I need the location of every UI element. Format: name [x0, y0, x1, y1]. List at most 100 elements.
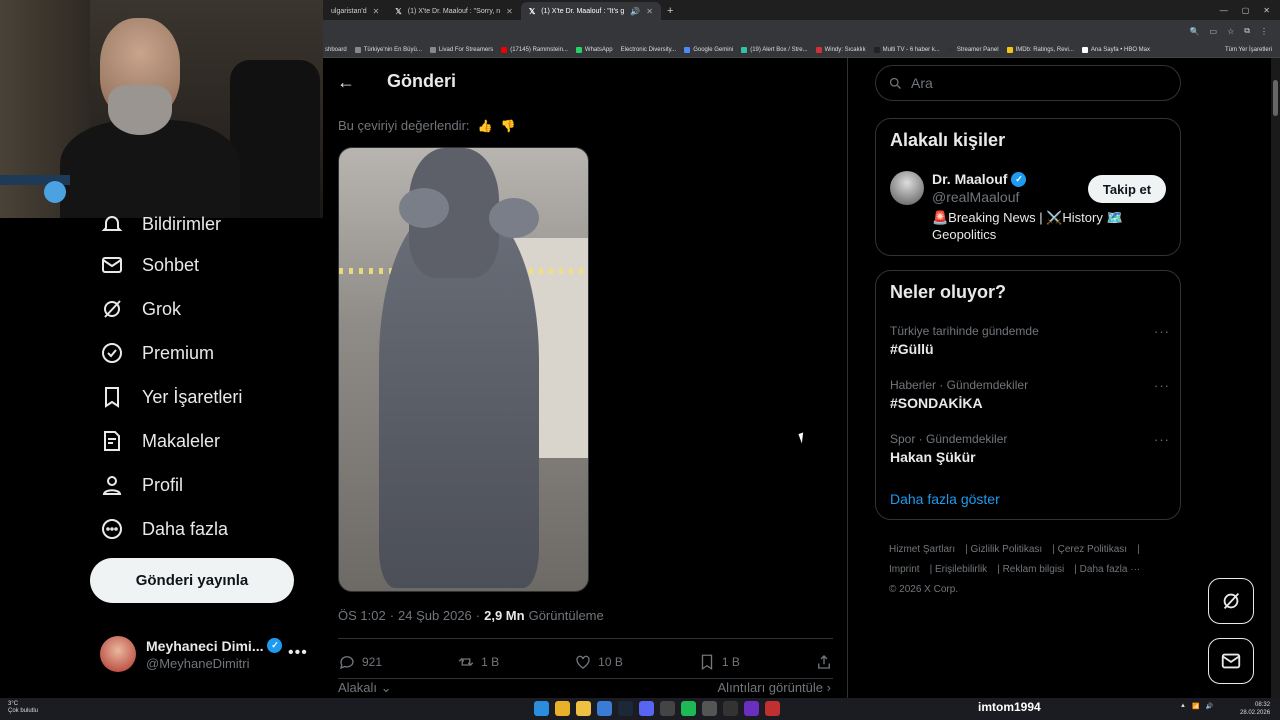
messages-fab-button[interactable]: [1208, 638, 1254, 684]
avatar[interactable]: [890, 171, 924, 205]
new-tab-button[interactable]: +: [661, 2, 679, 20]
more-options-icon[interactable]: ···: [1154, 378, 1170, 393]
grok-fab-button[interactable]: [1208, 578, 1254, 624]
bookmark-item[interactable]: (17145) Rammstein...: [501, 46, 568, 53]
thumbs-up-icon[interactable]: 👍: [478, 119, 493, 133]
nav-item-articles[interactable]: Makaleler: [100, 429, 220, 453]
nav-item-more[interactable]: Daha fazla: [100, 517, 228, 541]
bookmark-item[interactable]: Türkiye'nin En Büyü...: [354, 46, 422, 53]
account-switcher[interactable]: Meyhaneci Dimi... ✓ @MeyhaneDimitri •••: [100, 636, 307, 672]
more-options-icon[interactable]: •••: [288, 644, 308, 662]
repost-button[interactable]: 1 B: [457, 653, 499, 671]
all-bookmarks[interactable]: Tüm Yer İşaretleri: [1225, 47, 1280, 53]
spotify-icon[interactable]: [681, 701, 696, 716]
thumbs-down-icon[interactable]: 👎: [500, 119, 515, 133]
chrome-icon[interactable]: [555, 701, 570, 716]
footer-link[interactable]: Çerez Politikası: [1058, 544, 1127, 555]
footer-link[interactable]: Daha fazla ···: [1080, 564, 1141, 575]
minimize-icon[interactable]: —: [1220, 6, 1228, 15]
footer-link[interactable]: Erişilebilirlik: [935, 564, 987, 575]
nav-item-notifications[interactable]: Bildirimler: [100, 212, 221, 236]
weather-temp: 3°C: [8, 701, 19, 707]
nav-item-profile[interactable]: Profil: [100, 473, 183, 497]
bookmark-item[interactable]: WhatsApp: [575, 46, 613, 53]
trend-item[interactable]: Türkiye tarihinde gündemde #Güllü ···: [890, 324, 1170, 357]
follow-button[interactable]: Takip et: [1088, 175, 1166, 203]
search-input[interactable]: Ara: [875, 65, 1181, 101]
bookmark-item[interactable]: Livad For Streamers: [429, 46, 493, 53]
post-button[interactable]: Gönderi yayınla: [90, 558, 294, 603]
discord-icon[interactable]: [639, 701, 654, 716]
bookmark-item[interactable]: Google Gemini: [684, 46, 733, 53]
scrollbar[interactable]: [1271, 58, 1280, 698]
nav-item-premium[interactable]: Premium: [100, 341, 214, 365]
related-dropdown[interactable]: Alakalı ⌄: [338, 680, 392, 696]
bookmark-item[interactable]: (19) Alert Box / Stre...: [741, 46, 808, 53]
windows-start-icon[interactable]: [534, 701, 549, 716]
post-date[interactable]: 24 Şub 2026: [398, 608, 472, 623]
app-icon[interactable]: [597, 701, 612, 716]
close-window-icon[interactable]: ✕: [1263, 6, 1270, 15]
like-button[interactable]: 10 B: [574, 653, 623, 671]
bookmark-item[interactable]: IMDb: Ratings, Revi...: [1006, 46, 1074, 53]
separator: ·: [389, 608, 395, 623]
cast-icon[interactable]: ▭: [1210, 27, 1218, 36]
browser-tab[interactable]: 𝕏 (1) X'te Dr. Maalouf : "Sorry, n ✕: [387, 2, 521, 20]
show-more-link[interactable]: Daha fazla göster: [890, 491, 1000, 507]
more-options-icon[interactable]: ···: [1154, 432, 1170, 447]
network-icon[interactable]: 📶: [1192, 703, 1199, 710]
app-icon[interactable]: [660, 701, 675, 716]
browser-tab-bar: ulgaristan'd ✕ 𝕏 (1) X'te Dr. Maalouf : …: [323, 0, 1280, 20]
grok-icon: [104, 300, 121, 318]
app-icon[interactable]: [723, 701, 738, 716]
post-time[interactable]: ÖS 1:02: [338, 608, 386, 623]
nav-item-bookmarks[interactable]: Yer İşaretleri: [100, 385, 242, 409]
back-arrow-icon[interactable]: ←: [337, 72, 357, 92]
browser-tab[interactable]: ulgaristan'd ✕: [323, 2, 387, 20]
nav-item-label: Profil: [142, 474, 184, 495]
nav-item-chat[interactable]: Sohbet: [100, 253, 199, 277]
reply-count: 921: [362, 655, 383, 669]
bookmark-item[interactable]: shboard: [325, 47, 347, 53]
bookmark-button[interactable]: 1 B: [698, 653, 740, 671]
zoom-icon[interactable]: 🔍: [1190, 27, 1200, 36]
scrollbar-thumb[interactable]: [1273, 80, 1278, 116]
footer-link[interactable]: Imprint: [889, 564, 920, 575]
view-quotes-link[interactable]: Alıntıları görüntüle ›: [718, 680, 831, 695]
app-icon[interactable]: [702, 701, 717, 716]
footer-link[interactable]: Gizlilik Politikası: [971, 544, 1043, 555]
steam-icon[interactable]: [618, 701, 633, 716]
bookmark-item[interactable]: Ana Sayfa • HBO Max: [1081, 46, 1150, 53]
more-options-icon[interactable]: ···: [1154, 324, 1170, 339]
footer-link[interactable]: Reklam bilgisi: [1003, 564, 1065, 575]
bookmark-item[interactable]: Electronic Diversity...: [621, 47, 677, 53]
close-icon[interactable]: ✕: [646, 7, 653, 16]
app-icon[interactable]: [744, 701, 759, 716]
close-icon[interactable]: ✕: [506, 7, 513, 16]
speaker-icon[interactable]: 🔊: [630, 7, 640, 16]
browser-tab-active[interactable]: 𝕏 (1) X'te Dr. Maalouf : "It's g 🔊 ✕: [520, 2, 661, 20]
weather-widget[interactable]: 3°C Çok bulutlu: [8, 701, 38, 715]
post-video[interactable]: [338, 147, 589, 592]
maximize-icon[interactable]: ▢: [1242, 6, 1250, 15]
trend-item[interactable]: Spor · Gündemdekiler Hakan Şükür ···: [890, 432, 1170, 465]
bookmark-item[interactable]: Streamer Panel: [947, 46, 999, 53]
footer-link[interactable]: Hizmet Şartları: [889, 544, 955, 555]
app-icon[interactable]: [765, 701, 780, 716]
close-icon[interactable]: ✕: [373, 7, 380, 16]
tray-icon[interactable]: ▲: [1180, 703, 1186, 710]
reply-button[interactable]: 921: [338, 653, 382, 671]
bookmark-item[interactable]: Windy: Sıcaklık: [815, 46, 866, 53]
trend-item[interactable]: Haberler · Gündemdekiler #SONDAKİKA ···: [890, 378, 1170, 411]
share-button[interactable]: [815, 653, 833, 671]
bookmark-item[interactable]: Multi TV - 6 haber k...: [873, 46, 940, 53]
mail-icon: [1221, 653, 1241, 669]
star-icon[interactable]: ☆: [1227, 27, 1234, 36]
post-actions: 921 1 B 10 B 1 B: [338, 650, 833, 674]
file-explorer-icon[interactable]: [576, 701, 591, 716]
extensions-icon[interactable]: ⧉: [1244, 26, 1250, 36]
volume-icon[interactable]: 🔊: [1205, 703, 1212, 710]
taskbar-clock[interactable]: 08:32 28.02.2026: [1240, 701, 1270, 717]
menu-icon[interactable]: ⋮: [1260, 27, 1268, 36]
nav-item-grok[interactable]: Grok: [100, 297, 181, 321]
